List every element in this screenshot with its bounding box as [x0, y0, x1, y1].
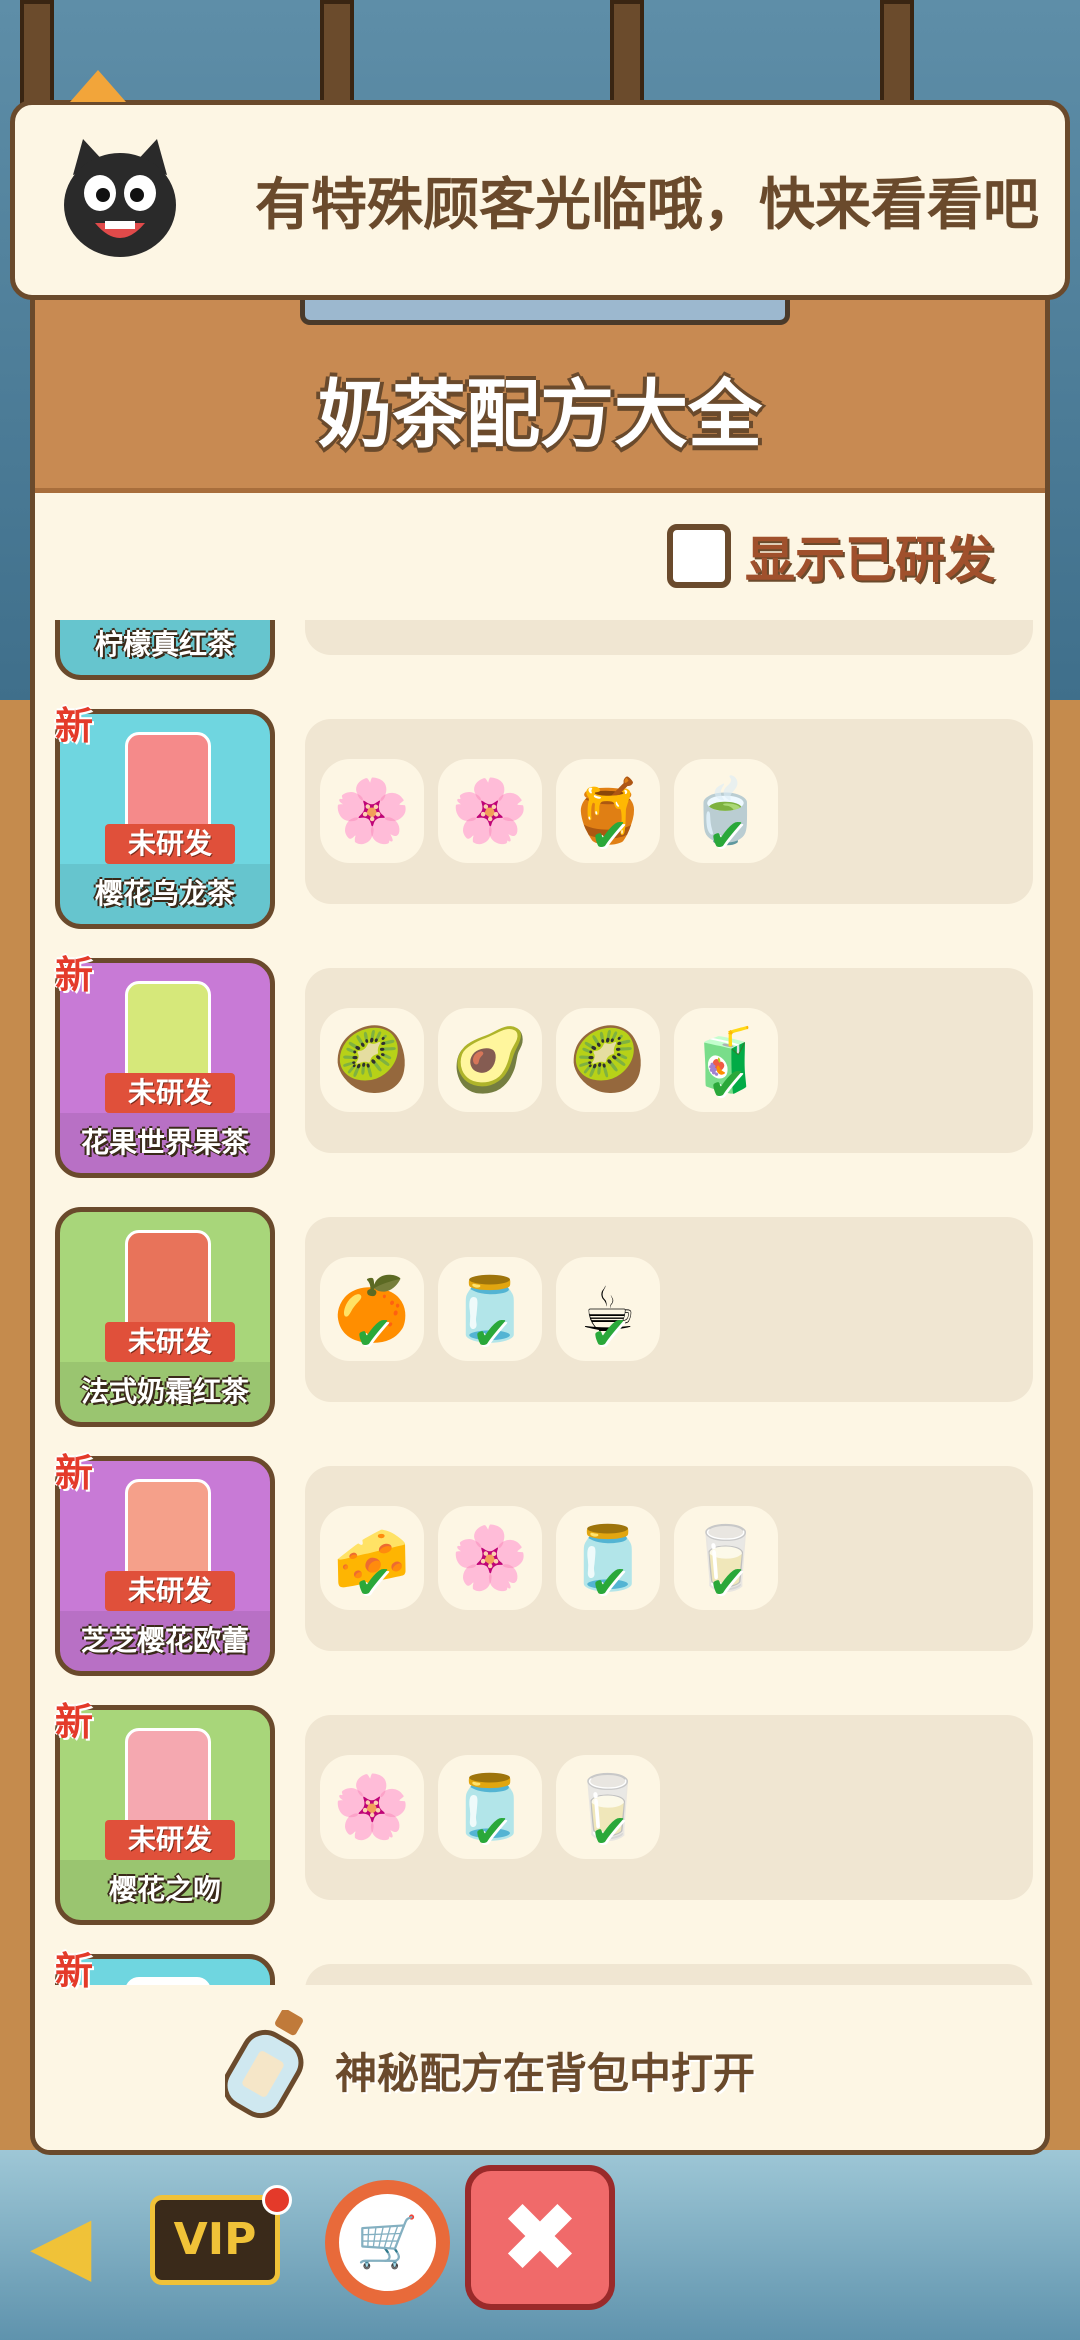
kiwi-icon: 🥝: [569, 1023, 647, 1096]
background-pillar: [20, 0, 54, 110]
recipe-row[interactable]: 新未研发 花果世界果茶 🥝 🥑 🥝 🧃 ✔: [35, 953, 1045, 1188]
ingredient-slot[interactable]: 🫙 ✔: [438, 1257, 542, 1361]
checkmark-icon: ✔: [708, 1057, 747, 1111]
status-badge: 未研发: [105, 824, 235, 864]
recipe-row[interactable]: 未研发柠檬真红茶 🍋✔🍋✔🍋✔🍋✔🍋✔: [35, 620, 1045, 690]
kiwi-icon: 🥝: [333, 1023, 411, 1096]
page-title: 奶茶配方大全: [318, 372, 762, 458]
close-icon: ✖: [499, 2181, 581, 2294]
recipe-card[interactable]: 未研发 法式奶霜红茶: [55, 1207, 275, 1427]
ingredient-bar: 🌸 🌸 🍯 ✔ 🍵 ✔: [305, 719, 1033, 904]
recipe-name: 法式奶霜红茶: [60, 1362, 270, 1422]
ingredient-slot[interactable]: 🫙 ✔: [556, 1506, 660, 1610]
new-badge: 新: [55, 1949, 94, 1993]
ingredient-bar: 🧀 ✔ 🌸 🫙 ✔ 🥛 ✔: [305, 1466, 1033, 1651]
ingredient-bar: 🍊 ✔ 🫙 ✔ ☕ ✔: [305, 1217, 1033, 1402]
ingredient-slot[interactable]: ☕ ✔: [556, 1257, 660, 1361]
checkmark-icon: ✔: [354, 1555, 393, 1609]
new-badge: 新: [55, 1451, 94, 1495]
recipe-name: 花果世界果茶: [60, 1113, 270, 1173]
ingredient-slot[interactable]: 🧀 ✔: [320, 1506, 424, 1610]
recipe-name: 柠檬真红茶: [60, 620, 270, 675]
ingredient-slot[interactable]: 🥝: [556, 1008, 660, 1112]
ingredient-slot[interactable]: 🥛 ✔: [674, 1506, 778, 1610]
cherry-blossom-icon: 🌸: [333, 1770, 411, 1843]
avocado-icon: 🥑: [451, 1023, 529, 1096]
recipe-name: 芝芝樱花欧蕾: [60, 1611, 270, 1671]
vip-button[interactable]: VIP: [150, 2195, 280, 2285]
background-pillar: [610, 0, 644, 110]
close-button[interactable]: ✖: [465, 2165, 615, 2310]
vip-notification-dot: [262, 2185, 292, 2215]
checkmark-icon: ✔: [590, 1804, 629, 1858]
recipe-card[interactable]: 未研发柠檬真红茶: [55, 620, 275, 680]
notification-tab: [70, 70, 126, 102]
ingredient-slot[interactable]: 🧃 ✔: [674, 1008, 778, 1112]
message-bottle-icon: [222, 2008, 315, 2120]
recipe-row[interactable]: 未研发 法式奶霜红茶 🍊 ✔ 🫙 ✔ ☕ ✔: [35, 1207, 1045, 1437]
ingredient-slot[interactable]: 🌸: [320, 759, 424, 863]
back-arrow-icon[interactable]: ◀: [30, 2205, 92, 2285]
status-badge: 未研发: [105, 1322, 235, 1362]
ingredient-slot[interactable]: 🥝: [320, 1008, 424, 1112]
new-badge: 新: [55, 953, 94, 997]
recipe-row[interactable]: 新未研发 芝芝樱花欧蕾 🧀 ✔ 🌸 🫙 ✔ 🥛 ✔: [35, 1451, 1045, 1686]
ingredient-slot[interactable]: 🥛 ✔: [556, 1755, 660, 1859]
notification-text: 有特殊顾客光临哦，快来看看吧: [255, 172, 1039, 238]
ingredient-slot[interactable]: 🌸: [438, 759, 542, 863]
new-badge: 新: [55, 704, 94, 748]
recipe-row[interactable]: 新未研发 樱花乌龙茶 🌸 🌸 🍯 ✔ 🍵 ✔: [35, 704, 1045, 939]
status-badge: 未研发: [105, 1073, 235, 1113]
black-cat-icon: [55, 135, 185, 265]
checkmark-icon: ✔: [590, 808, 629, 862]
recipe-name: 樱花之吻: [60, 1860, 270, 1920]
status-badge: 未研发: [105, 1571, 235, 1611]
recipe-row[interactable]: 新未研发 樱花之吻 🌸 🫙 ✔ 🥛 ✔: [35, 1700, 1045, 1935]
recipe-name: 樱花乌龙茶: [60, 864, 270, 924]
ingredient-slot[interactable]: 🌸: [320, 1755, 424, 1859]
show-developed-label: 显示已研发: [745, 531, 995, 589]
ingredient-bar: 🌸 🫙 ✔ 🥛 ✔: [305, 1715, 1033, 1900]
ingredient-slot[interactable]: 🥑: [438, 1008, 542, 1112]
status-badge: 未研发: [105, 1820, 235, 1860]
ingredient-slot[interactable]: 🫙 ✔: [438, 1755, 542, 1859]
ingredient-bar: 🍋✔🍋✔🍋✔🍋✔🍋✔: [305, 620, 1033, 655]
ingredient-slot[interactable]: 🍊 ✔: [320, 1257, 424, 1361]
background-pillar: [880, 0, 914, 110]
ingredient-slot[interactable]: 🍯 ✔: [556, 759, 660, 863]
checkmark-icon: ✔: [590, 1306, 629, 1360]
checkmark-icon: ✔: [472, 1804, 511, 1858]
ingredient-bar: 🥝 🥑 🥝 🧃 ✔: [305, 968, 1033, 1153]
ingredient-slot[interactable]: 🌸: [438, 1506, 542, 1610]
panel-footer: 神秘配方在背包中打开: [35, 1985, 1045, 2150]
background-pillar: [320, 0, 354, 110]
show-developed-filter[interactable]: 显示已研发: [667, 520, 995, 592]
mystery-recipe-hint: 神秘配方在背包中打开: [335, 2049, 756, 2098]
checkmark-icon: ✔: [472, 1306, 511, 1360]
recipe-list[interactable]: 未研发柠檬真红茶🍋✔🍋✔🍋✔🍋✔🍋✔新未研发樱花乌龙茶🌸🌸🍯✔🍵✔新未研发花果世…: [35, 620, 1045, 1995]
cherry-blossom-icon: 🌸: [451, 1521, 529, 1594]
checkmark-icon: ✔: [354, 1306, 393, 1360]
show-developed-checkbox[interactable]: [667, 524, 731, 588]
checkmark-icon: ✔: [708, 1555, 747, 1609]
recipe-book-panel: 奶茶配方大全 显示已研发 未研发柠檬真红茶🍋✔🍋✔🍋✔🍋✔🍋✔新未研发樱花乌龙茶…: [30, 220, 1050, 2155]
lifebuoy-cart-icon[interactable]: 🛒: [325, 2180, 450, 2305]
new-badge: 新: [55, 1700, 94, 1744]
cherry-blossom-icon: 🌸: [333, 774, 411, 847]
cherry-blossom-icon: 🌸: [451, 774, 529, 847]
checkmark-icon: ✔: [708, 808, 747, 862]
ingredient-slot[interactable]: 🍵 ✔: [674, 759, 778, 863]
special-customer-notification[interactable]: 有特殊顾客光临哦，快来看看吧: [10, 100, 1070, 300]
checkmark-icon: ✔: [590, 1555, 629, 1609]
